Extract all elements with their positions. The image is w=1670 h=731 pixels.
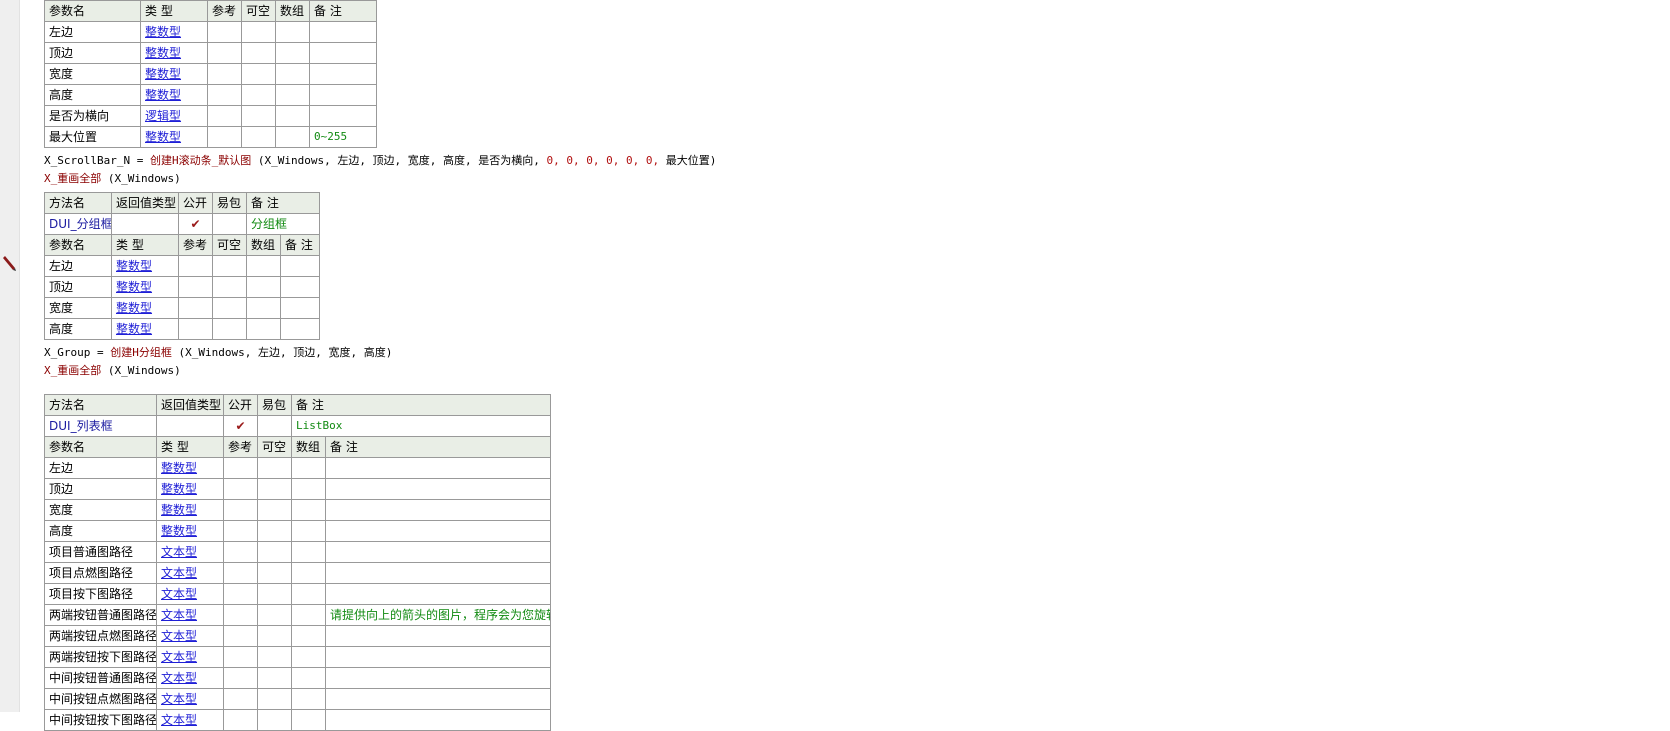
table-row[interactable]: 两端按钮普通图路径 文本型 请提供向上的箭头的图片，程序会为您旋转 [44,604,552,626]
table-row[interactable]: 中间按钮普通图路径 文本型 [44,667,552,689]
table-row[interactable]: 中间按钮点燃图路径 文本型 [44,688,552,710]
code-line-create-group[interactable]: X_Group = 创建H分组框 (X_Windows, 左边, 顶边, 宽度,… [44,344,716,362]
table-row[interactable]: 中间按钮按下图路径 文本型 [44,709,552,731]
col-array: 数组 [275,0,310,22]
col-ref: 参考 [207,0,242,22]
code-editor[interactable]: 参数名 类 型 参考 可空 数组 备 注 左边 整数型 顶边 整数型 宽度 整数… [44,0,716,731]
param-header-row: 参数名 类 型 参考 可空 数组 备 注 [44,234,321,256]
method-header-row: 方法名 返回值类型 公开 易包 备 注 [44,394,552,416]
code-line-redraw-all[interactable]: X_重画全部 (X_Windows) [44,362,716,380]
method-table-listbox: 方法名 返回值类型 公开 易包 备 注 DUI_列表框 ✔ ListBox 参数… [44,394,552,731]
table-row[interactable]: 顶边 整数型 [44,42,377,64]
param-header-row: 参数名 类 型 参考 可空 数组 备 注 [44,0,377,22]
col-epkg: 易包 [212,192,247,214]
table-row[interactable]: 顶边 整数型 [44,478,552,500]
method-name[interactable]: DUI_列表框 [44,415,157,437]
public-check-icon[interactable]: ✔ [223,415,258,437]
param-table-scrollbar: 参数名 类 型 参考 可空 数组 备 注 左边 整数型 顶边 整数型 宽度 整数… [44,0,377,148]
param-header-row: 参数名 类 型 参考 可空 数组 备 注 [44,436,552,458]
table-row[interactable]: 左边 整数型 [44,457,552,479]
code-line-create-scrollbar[interactable]: X_ScrollBar_N = 创建H滚动条_默认图 (X_Windows, 左… [44,152,716,170]
table-row[interactable]: 左边 整数型 [44,21,377,43]
method-table-groupbox: 方法名 返回值类型 公开 易包 备 注 DUI_分组框 ✔ 分组框 参数名 类 … [44,192,321,340]
col-method-name: 方法名 [44,192,112,214]
table-row[interactable]: 顶边 整数型 [44,276,321,298]
table-row[interactable]: 高度 整数型 [44,84,377,106]
table-row[interactable]: 高度 整数型 [44,520,552,542]
table-row[interactable]: 最大位置 整数型 0~255 [44,126,377,148]
col-type: 类 型 [140,0,208,22]
col-note: 备 注 [309,0,377,22]
col-param-name: 参数名 [44,0,141,22]
public-check-icon[interactable]: ✔ [178,213,213,235]
col-nullable: 可空 [241,0,276,22]
breakpoint-pencil-icon[interactable] [3,254,17,272]
table-row[interactable]: 项目按下图路径 文本型 [44,583,552,605]
method-row[interactable]: DUI_列表框 ✔ ListBox [44,415,552,437]
table-row[interactable]: 宽度 整数型 [44,297,321,319]
table-row[interactable]: 两端按钮按下图路径 文本型 [44,646,552,668]
table-row[interactable]: 项目点燃图路径 文本型 [44,562,552,584]
table-row[interactable]: 高度 整数型 [44,318,321,340]
code-line-redraw-all[interactable]: X_重画全部 (X_Windows) [44,170,716,188]
table-row[interactable]: 是否为横向 逻辑型 [44,105,377,127]
col-public: 公开 [178,192,213,214]
table-row[interactable]: 宽度 整数型 [44,499,552,521]
editor-gutter [0,0,20,712]
table-row[interactable]: 宽度 整数型 [44,63,377,85]
col-note: 备 注 [245,192,321,214]
method-header-row: 方法名 返回值类型 公开 易包 备 注 [44,192,321,214]
table-row[interactable]: 左边 整数型 [44,255,321,277]
method-row[interactable]: DUI_分组框 ✔ 分组框 [44,213,321,235]
col-return-type: 返回值类型 [111,192,179,214]
table-row[interactable]: 两端按钮点燃图路径 文本型 [44,625,552,647]
table-row[interactable]: 项目普通图路径 文本型 [44,541,552,563]
method-name[interactable]: DUI_分组框 [44,213,112,235]
